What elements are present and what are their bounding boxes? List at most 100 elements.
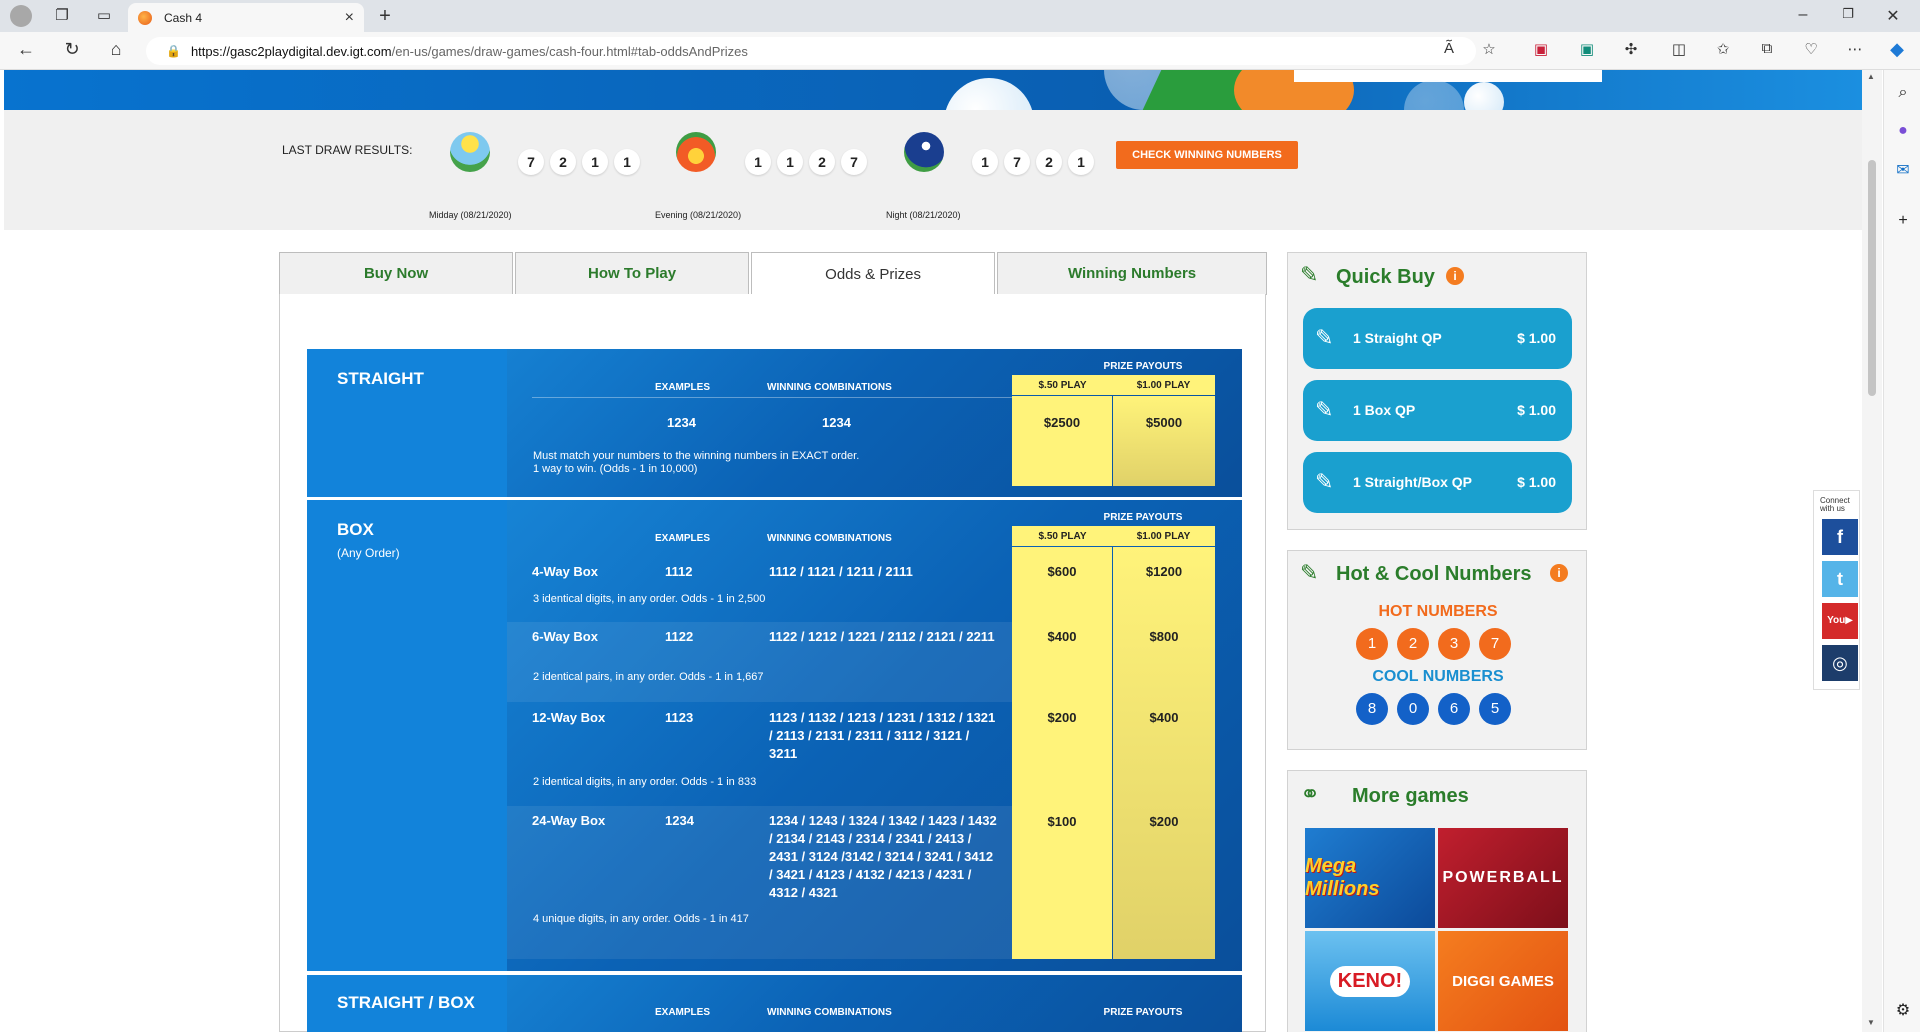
box-row-combos: 1112 / 1121 / 1211 / 2111	[769, 564, 913, 579]
draw-number: 1	[777, 149, 803, 175]
game-tile-mega-millions[interactable]: Mega Millions	[1305, 828, 1435, 928]
profile-avatar[interactable]	[10, 5, 32, 27]
cool-number: 6	[1438, 693, 1470, 725]
minimize-icon[interactable]: –	[1788, 6, 1818, 24]
restore-icon[interactable]: ❐	[1833, 6, 1863, 22]
info-icon[interactable]: i	[1550, 564, 1568, 582]
cool-numbers-label: COOL NUMBERS	[1372, 668, 1504, 685]
box-row-example: 1123	[665, 710, 694, 725]
box-row-prize-100: $200	[1149, 814, 1179, 829]
info-icon[interactable]: i	[1446, 267, 1464, 285]
quick-pick-straight-button[interactable]: ✎ 1 Straight QP $ 1.00	[1303, 308, 1572, 369]
quick-pick-box-button[interactable]: ✎ 1 Box QP $ 1.00	[1303, 380, 1572, 441]
favorite-star-icon[interactable]: ☆	[1478, 40, 1500, 58]
check-winning-numbers-button[interactable]: CHECK WINNING NUMBERS	[1116, 141, 1298, 169]
browser-tab-bar: ❐ ▭ Cash 4 × + – ❐ ✕	[0, 0, 1920, 32]
connect-label: Connect with us	[1820, 496, 1850, 513]
youtube-icon[interactable]: You▶	[1822, 603, 1858, 639]
split-screen-icon[interactable]: ◫	[1668, 40, 1690, 58]
url-path: /en-us/games/draw-games/cash-four.html#t…	[391, 43, 748, 59]
close-window-icon[interactable]: ✕	[1878, 6, 1908, 26]
extension-2-icon[interactable]: ▣	[1576, 40, 1598, 58]
more-games-icon: ⚭	[1300, 781, 1321, 808]
box-row-prize-100: $400	[1149, 710, 1179, 725]
box-panel-left	[307, 500, 507, 971]
sun-icon	[450, 132, 490, 172]
game-tile-label: POWERBALL	[1442, 869, 1564, 886]
box-row-example: 1234	[665, 813, 694, 828]
browser-tab[interactable]: Cash 4 ×	[128, 3, 364, 32]
tab-actions-icon[interactable]: ▭	[94, 6, 114, 26]
settings-gear-icon[interactable]: ⚙	[1892, 1000, 1914, 1022]
play50-header: $.50 PLAY	[1038, 531, 1087, 542]
hot-cool-numbers-box: ✎ Hot & Cool Numbers i HOT NUMBERS 1 2 3…	[1287, 550, 1587, 750]
box-row-prize-100: $1200	[1145, 564, 1183, 579]
straight-box-panel: STRAIGHT / BOX EXAMPLES WINNING COMBINAT…	[307, 975, 1242, 1032]
draw-number: 1	[972, 149, 998, 175]
more-menu-icon[interactable]: ⋯	[1844, 40, 1866, 58]
scroll-up-icon[interactable]: ▲	[1867, 72, 1875, 81]
box-row-name: 24-Way Box	[532, 813, 606, 828]
scroll-down-icon[interactable]: ▼	[1867, 1018, 1875, 1027]
box-row-prize-50: $200	[1047, 710, 1077, 725]
url-field[interactable]: 🔒 https://gasc2playdigital.dev.igt.com /…	[146, 37, 1476, 65]
hot-number: 1	[1356, 628, 1388, 660]
outlook-icon[interactable]: ✉	[1892, 160, 1914, 182]
game-tile-powerball[interactable]: POWERBALL	[1438, 828, 1568, 928]
read-aloud-icon[interactable]: A᷉	[1438, 40, 1460, 57]
ticket-icon: ✎	[1300, 262, 1319, 287]
copilot-sidebar-icon[interactable]: ●	[1892, 120, 1914, 142]
tab-how-to-play[interactable]: How To Play	[515, 252, 750, 295]
extension-icon[interactable]: ▣	[1530, 40, 1552, 58]
tab-winning-numbers[interactable]: Winning Numbers	[997, 252, 1267, 295]
twitter-icon[interactable]: t	[1822, 561, 1858, 597]
game-tile-diggi[interactable]: DIGGI GAMES	[1438, 931, 1568, 1031]
ticket-icon: ✎	[1300, 560, 1319, 585]
draw-number: 1	[745, 149, 771, 175]
tab-buy-now[interactable]: Buy Now	[279, 252, 514, 295]
straight-panel: STRAIGHT EXAMPLES WINNING COMBINATIONS P…	[307, 349, 1242, 497]
straight-note-1: Must match your numbers to the winning n…	[533, 450, 860, 462]
add-sidebar-icon[interactable]: +	[1892, 210, 1914, 232]
box-panel: BOX (Any Order) EXAMPLES WINNING COMBINA…	[307, 500, 1242, 971]
cool-number: 0	[1397, 693, 1429, 725]
workspaces-icon[interactable]: ❐	[52, 6, 72, 26]
straight-prize-100: $5000	[1145, 415, 1183, 430]
last-draw-label: LAST DRAW RESULTS:	[282, 143, 413, 157]
game-tile-keno[interactable]: KENO!	[1305, 931, 1435, 1031]
back-icon[interactable]: ←	[14, 39, 38, 60]
favorites-icon[interactable]: ✩	[1712, 40, 1734, 58]
collections-icon[interactable]: ⧉	[1756, 40, 1778, 57]
instagram-icon[interactable]: ◎	[1822, 645, 1858, 681]
game-tabs: Buy Now How To Play Odds & Prizes Winnin…	[279, 252, 1267, 295]
lock-icon: 🔒	[166, 44, 181, 58]
box-title: BOX	[337, 520, 374, 539]
facebook-icon[interactable]: f	[1822, 519, 1858, 555]
draw-number: 2	[1036, 149, 1062, 175]
box-row-name: 4-Way Box	[532, 564, 598, 579]
hot-cool-title: Hot & Cool Numbers	[1336, 563, 1532, 585]
hero-banner	[4, 70, 1862, 110]
quick-buy-title: Quick Buy	[1336, 266, 1435, 288]
refresh-icon[interactable]: ↻	[60, 39, 84, 60]
game-tile-label: KENO!	[1329, 965, 1411, 997]
page-scrollbar[interactable]: ▲ ▼	[1862, 70, 1882, 1032]
draw-number: 1	[1068, 149, 1094, 175]
quick-pick-price: $ 1.00	[1517, 402, 1556, 418]
copilot-icon[interactable]: ◆	[1886, 39, 1908, 60]
search-icon[interactable]: ⌕	[1892, 82, 1914, 104]
box-row-prize-50: $600	[1047, 564, 1077, 579]
quick-pick-straight-box-button[interactable]: ✎ 1 Straight/Box QP $ 1.00	[1303, 452, 1572, 513]
game-tile-label: DIGGI GAMES	[1452, 972, 1554, 990]
hot-number: 7	[1479, 628, 1511, 660]
close-tab-icon[interactable]: ×	[345, 9, 354, 27]
performance-icon[interactable]: ♡	[1800, 40, 1822, 58]
extensions-icon[interactable]: ✣	[1620, 40, 1642, 58]
box-row-prize-50: $400	[1047, 629, 1077, 644]
quick-pick-label: 1 Straight/Box QP	[1353, 474, 1473, 490]
home-icon[interactable]: ⌂	[104, 39, 128, 60]
examples-header: EXAMPLES	[655, 1007, 711, 1018]
scrollbar-thumb[interactable]	[1868, 160, 1876, 396]
new-tab-icon[interactable]: +	[375, 6, 395, 26]
tab-odds-prizes[interactable]: Odds & Prizes	[751, 252, 996, 295]
